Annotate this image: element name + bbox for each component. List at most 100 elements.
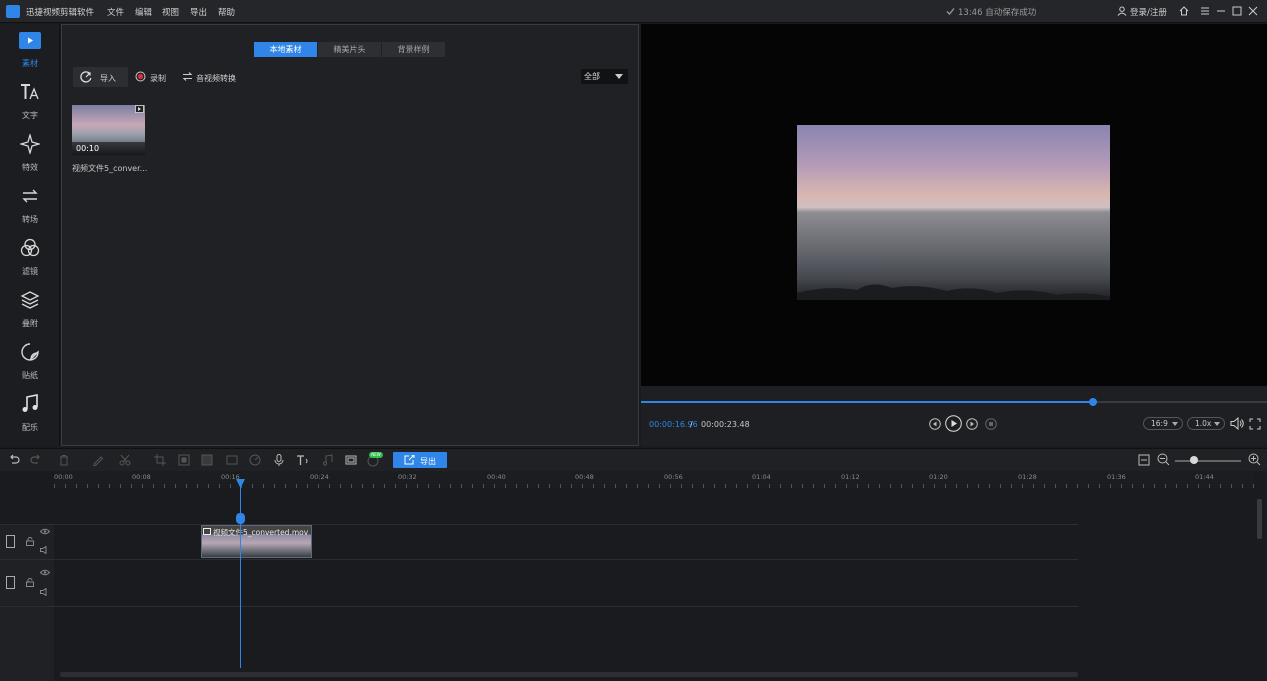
delete-icon[interactable] (58, 454, 70, 466)
nav-item-overlay[interactable]: 叠附 (0, 284, 60, 336)
time-ruler[interactable]: 00:00 00:08 00:16 00:24 00:32 00:40 00:4… (54, 471, 1254, 489)
transition-icon (20, 186, 40, 206)
record-button[interactable]: 录制 (150, 73, 166, 84)
tick-label: 01:04 (752, 473, 771, 481)
speaker-icon[interactable] (40, 588, 50, 596)
play-square-icon (19, 32, 41, 49)
import-label[interactable]: 导入 (100, 73, 116, 84)
next-frame-icon[interactable] (966, 418, 978, 430)
export-label[interactable]: 导出 (420, 456, 436, 467)
redo-icon[interactable] (30, 454, 42, 466)
import-icon (80, 71, 92, 83)
zoom-out-icon[interactable] (1157, 453, 1170, 466)
preview-rocks (797, 284, 1110, 300)
playhead-line[interactable] (240, 480, 241, 668)
check-icon (946, 8, 955, 15)
tick-label: 00:24 (310, 473, 329, 481)
mosaic-icon[interactable] (178, 454, 190, 466)
nav-item-transition[interactable]: 转场 (0, 180, 60, 232)
video-track-icon (6, 576, 15, 589)
picture-in-picture-icon[interactable] (345, 454, 357, 466)
nav-label: 滤镜 (22, 267, 38, 276)
tick-label: 00:56 (664, 473, 683, 481)
edit-toolbar (0, 448, 1267, 471)
microphone-icon[interactable] (273, 454, 285, 466)
minimize-icon[interactable] (1216, 6, 1226, 16)
menu-help[interactable]: 帮助 (218, 6, 235, 18)
speed-icon[interactable] (249, 454, 261, 466)
tab-local-material[interactable]: 本地素材 (254, 42, 317, 57)
left-nav: 素材 文字 特效 转场 滤镜 叠附 贴纸 配乐 (0, 24, 60, 446)
track-divider (0, 606, 1078, 607)
vertical-scrollbar[interactable] (1257, 499, 1262, 539)
login-link[interactable]: 登录/注册 (1130, 6, 1167, 18)
nav-item-effects[interactable]: 特效 (0, 128, 60, 180)
horizontal-scrollbar[interactable] (60, 672, 1078, 677)
play-icon[interactable] (945, 415, 962, 432)
nav-label: 叠附 (22, 319, 38, 328)
stop-icon[interactable] (985, 418, 997, 430)
volume-icon[interactable] (1230, 417, 1244, 430)
nav-item-sticker[interactable]: 贴纸 (0, 336, 60, 388)
lock-icon[interactable] (26, 537, 34, 546)
nav-item-material[interactable]: 素材 (0, 24, 60, 76)
tick-label: 00:08 (132, 473, 151, 481)
audio-detach-icon[interactable] (322, 454, 334, 466)
prev-frame-icon[interactable] (929, 418, 941, 430)
zoom-in-icon[interactable] (1248, 453, 1261, 466)
zoom-slider-handle[interactable] (1190, 456, 1198, 464)
freeze-icon[interactable] (226, 454, 238, 466)
menu-file[interactable]: 文件 (107, 6, 124, 18)
convert-button[interactable]: 音视频转换 (196, 73, 236, 84)
text-to-speech-icon[interactable] (296, 454, 310, 466)
crop-icon[interactable] (154, 454, 166, 466)
tab-intro[interactable]: 精美片头 (318, 42, 381, 57)
convert-icon[interactable] (182, 71, 193, 82)
menu-view[interactable]: 视图 (162, 6, 179, 18)
nav-label: 文字 (22, 111, 38, 120)
fullscreen-icon[interactable] (1249, 418, 1261, 430)
nav-label: 贴纸 (22, 371, 38, 380)
video-badge-icon (135, 105, 144, 113)
menu-edit[interactable]: 编辑 (135, 6, 152, 18)
aspect-value: 16:9 (1151, 419, 1168, 428)
chevron-down-icon (1172, 422, 1178, 426)
user-icon[interactable] (1117, 6, 1127, 16)
eye-icon[interactable] (40, 528, 50, 535)
undo-icon[interactable] (8, 454, 20, 466)
tick-label: 01:28 (1018, 473, 1037, 481)
speaker-icon[interactable] (40, 546, 50, 554)
progress-handle[interactable] (1089, 398, 1097, 406)
track-divider (0, 559, 1078, 560)
playhead-marker[interactable] (236, 513, 245, 524)
fit-timeline-icon[interactable] (1138, 454, 1150, 466)
menu-icon[interactable] (1200, 6, 1210, 16)
clip-name: 视频文件5_converted.mov (213, 528, 309, 537)
clip-video-icon (203, 528, 211, 535)
timeline (0, 471, 1267, 681)
nav-item-music[interactable]: 配乐 (0, 388, 60, 440)
scissors-icon[interactable] (119, 454, 131, 466)
nav-item-text[interactable]: 文字 (0, 76, 60, 128)
layers-icon (20, 290, 40, 310)
tick-label: 00:32 (398, 473, 417, 481)
ruler-ticks (54, 484, 1254, 488)
frame-icon[interactable] (201, 454, 213, 466)
tick-label: 01:44 (1195, 473, 1214, 481)
tab-background[interactable]: 背景样例 (382, 42, 445, 57)
close-icon[interactable] (1248, 6, 1258, 16)
edit-icon[interactable] (92, 454, 104, 466)
thumb-filename: 视频文件5_conver... (72, 164, 148, 173)
record-icon[interactable] (135, 71, 146, 82)
menu-export[interactable]: 导出 (190, 6, 207, 18)
restore-icon[interactable] (1232, 6, 1242, 16)
lock-icon[interactable] (26, 578, 34, 587)
home-icon[interactable] (1179, 6, 1189, 16)
new-badge: NEW (369, 452, 383, 458)
filter-circles-icon (20, 238, 40, 258)
nav-label: 配乐 (22, 423, 38, 432)
nav-item-filter[interactable]: 滤镜 (0, 232, 60, 284)
zoom-slider-track[interactable] (1175, 460, 1241, 462)
eye-icon[interactable] (40, 569, 50, 576)
tick-label: 01:20 (929, 473, 948, 481)
